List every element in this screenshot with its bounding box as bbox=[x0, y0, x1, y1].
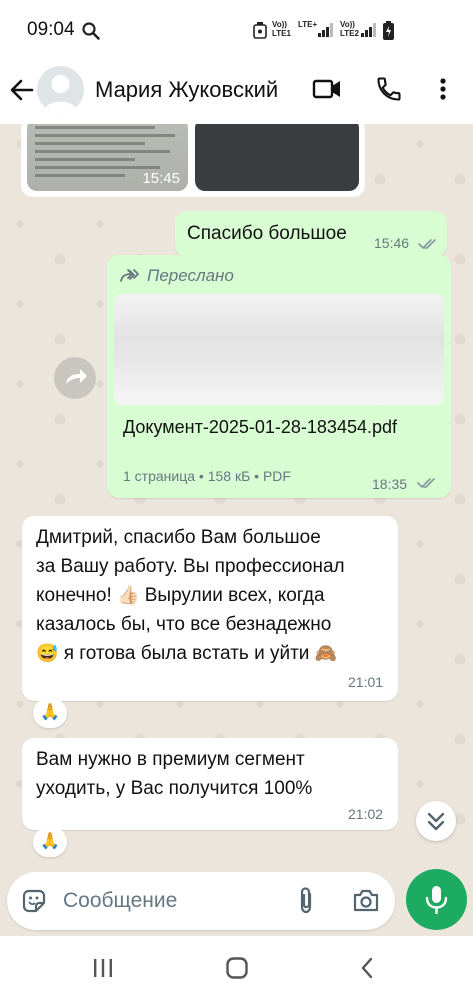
voice-call-icon[interactable] bbox=[375, 74, 403, 104]
read-ticks-icon bbox=[417, 478, 435, 488]
message-time: 21:01 bbox=[348, 674, 384, 690]
message-text: Спасибо большое bbox=[187, 223, 347, 244]
attach-icon[interactable] bbox=[296, 886, 316, 916]
reaction-badge[interactable]: 🙏 bbox=[33, 827, 67, 857]
system-nav-bar bbox=[0, 936, 473, 1000]
double-chevron-down-icon bbox=[427, 812, 445, 831]
chat-area[interactable]: 15:45 Спасибо большое 15:46 Переслано До… bbox=[0, 124, 473, 860]
back-arrow-icon[interactable] bbox=[8, 76, 36, 104]
thumbs-up-emoji: 👍🏻 bbox=[117, 585, 140, 605]
document-time: 18:35 bbox=[372, 476, 408, 492]
default-avatar-icon bbox=[43, 75, 78, 113]
forwarded-document-message[interactable]: Переслано Документ-2025-01-28-183454.pdf… bbox=[107, 255, 451, 498]
search-status-icon bbox=[82, 22, 100, 40]
dark-photo[interactable] bbox=[195, 124, 359, 191]
alarm-icon bbox=[253, 22, 267, 39]
image-time: 15:45 bbox=[142, 170, 180, 187]
battery-icon bbox=[383, 21, 394, 40]
document-photo[interactable]: 15:45 bbox=[27, 124, 188, 191]
message-input[interactable]: Сообщение bbox=[63, 889, 177, 913]
message-line: за Вашу работу. Вы профессионал bbox=[36, 556, 345, 577]
sticker-icon[interactable] bbox=[21, 888, 47, 914]
message-line: казалось бы, что все безнадежно bbox=[36, 614, 332, 635]
contact-name[interactable]: Мария Жуковский bbox=[95, 77, 278, 103]
outgoing-message[interactable]: Спасибо большое 15:46 bbox=[175, 211, 447, 257]
video-call-icon[interactable] bbox=[312, 74, 342, 104]
contact-avatar[interactable] bbox=[37, 66, 84, 113]
message-line: уходить, у Вас получится 100% bbox=[36, 778, 313, 799]
forwarded-label: Переслано bbox=[147, 266, 234, 285]
message-line: конечно! 👍🏻 Вырулии всех, когда bbox=[36, 581, 345, 610]
signal-1-icon bbox=[318, 23, 333, 37]
volte-2-label: Vo)) bbox=[340, 20, 355, 29]
more-options-icon[interactable] bbox=[436, 74, 450, 104]
reaction-badge[interactable]: 🙏 bbox=[33, 698, 67, 728]
sim2-label: LTE2 bbox=[340, 29, 359, 38]
sim1-label: LTE1 bbox=[272, 29, 291, 38]
image-message[interactable]: 15:45 bbox=[21, 124, 365, 197]
message-line: Вам нужно в премиум сегмент bbox=[36, 749, 305, 770]
signal-2-icon bbox=[361, 23, 376, 37]
message-line: Дмитрий, спасибо Вам большое bbox=[36, 527, 321, 548]
microphone-icon bbox=[425, 886, 448, 915]
read-ticks-icon bbox=[418, 239, 436, 249]
document-preview[interactable] bbox=[114, 294, 444, 405]
scroll-to-bottom-button[interactable] bbox=[416, 801, 456, 841]
document-meta: 1 страница • 158 кБ • PDF bbox=[123, 468, 291, 484]
message-text: Вырулии всех, когда bbox=[144, 585, 325, 606]
status-time: 09:04 bbox=[27, 19, 75, 40]
message-text: конечно! bbox=[36, 585, 112, 606]
message-composer[interactable]: Сообщение bbox=[7, 872, 395, 930]
voice-message-button[interactable] bbox=[406, 869, 467, 930]
lte-plus-label: LTE+ bbox=[298, 20, 318, 29]
sweat-smile-emoji: 😅 bbox=[36, 643, 59, 663]
status-bar: 09:04 Vo)) LTE1 LTE+ Vo)) LTE2 bbox=[0, 0, 473, 58]
chat-header: Мария Жуковский bbox=[0, 58, 473, 124]
recent-apps-icon[interactable] bbox=[92, 958, 114, 978]
document-name: Документ-2025-01-28-183454.pdf bbox=[123, 417, 397, 437]
forward-button[interactable] bbox=[54, 357, 96, 399]
volte-1-label: Vo)) bbox=[272, 20, 287, 29]
forward-icon bbox=[66, 369, 87, 384]
see-no-evil-emoji: 🙈 bbox=[314, 643, 338, 663]
message-time: 15:46 bbox=[374, 235, 410, 251]
forwarded-arrow-icon bbox=[120, 269, 139, 282]
message-text: я готова была встать и уйти bbox=[63, 643, 310, 664]
home-icon[interactable] bbox=[225, 956, 249, 980]
incoming-message[interactable]: Дмитрий, спасибо Вам большое за Вашу раб… bbox=[22, 516, 398, 701]
incoming-message[interactable]: Вам нужно в премиум сегмент уходить, у В… bbox=[22, 738, 398, 830]
message-line: 😅 я готова была встать и уйти 🙈 bbox=[36, 639, 345, 668]
nav-back-icon[interactable] bbox=[359, 956, 375, 980]
camera-icon[interactable] bbox=[352, 887, 380, 913]
message-time: 21:02 bbox=[348, 806, 384, 822]
